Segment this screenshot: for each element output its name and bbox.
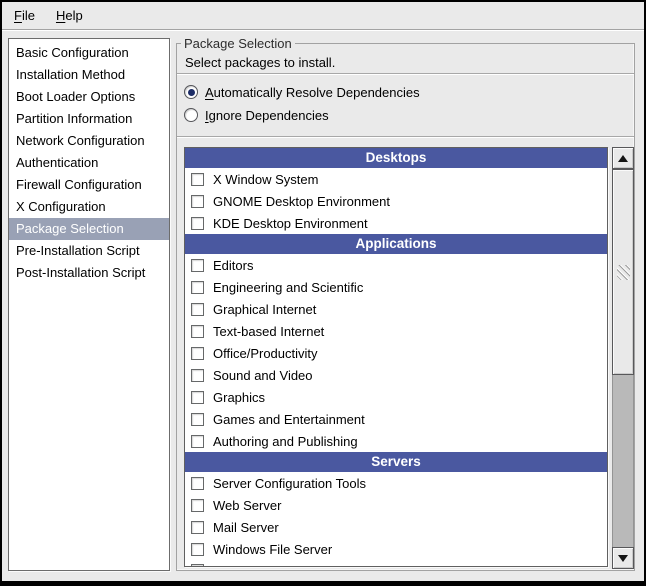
- sidebar-item-firewall-configuration[interactable]: Firewall Configuration: [9, 174, 169, 196]
- package-row-server-configuration-tools[interactable]: Server Configuration Tools: [185, 472, 607, 494]
- radio-dot: [188, 89, 195, 96]
- radio-button-icon[interactable]: [184, 108, 198, 122]
- package-row-games-and-entertainment[interactable]: Games and Entertainment: [185, 408, 607, 430]
- config-section-list: Basic ConfigurationInstallation MethodBo…: [8, 38, 170, 571]
- package-row-authoring-and-publishing[interactable]: Authoring and Publishing: [185, 430, 607, 452]
- package-row-windows-file-server[interactable]: Windows File Server: [185, 538, 607, 560]
- separator: [177, 136, 634, 138]
- kickstart-configurator-window: File Help Basic ConfigurationInstallation…: [0, 0, 646, 586]
- arrow-up-icon: [618, 155, 628, 162]
- sidebar-item-basic-configuration[interactable]: Basic Configuration: [9, 42, 169, 64]
- menu-bar: File Help: [2, 2, 644, 29]
- package-checkbox[interactable]: [191, 281, 204, 294]
- section-header-applications: Applications: [185, 234, 607, 254]
- scrollbar-track[interactable]: [612, 169, 634, 547]
- scroll-up-button[interactable]: [612, 147, 634, 169]
- package-checkbox[interactable]: [191, 413, 204, 426]
- section-header-servers: Servers: [185, 452, 607, 472]
- sidebar-item-x-configuration[interactable]: X Configuration: [9, 196, 169, 218]
- menu-item-file[interactable]: File: [11, 6, 38, 25]
- package-group-list[interactable]: Desktops X Window System GNOME Desktop Env…: [184, 147, 608, 567]
- frame-title: Package Selection: [181, 36, 295, 51]
- package-row-office-productivity[interactable]: Office/Productivity: [185, 342, 607, 364]
- package-row-kde-desktop-environment[interactable]: KDE Desktop Environment: [185, 212, 607, 234]
- package-label: KDE Desktop Environment: [213, 216, 368, 231]
- package-checkbox[interactable]: [191, 259, 204, 272]
- package-label: Graphics: [213, 390, 265, 405]
- package-row-sound-and-video[interactable]: Sound and Video: [185, 364, 607, 386]
- package-label: Text-based Internet: [213, 324, 324, 339]
- package-checkbox[interactable]: [191, 173, 204, 186]
- package-label: Editors: [213, 258, 253, 273]
- package-checkbox[interactable]: [191, 477, 204, 490]
- sidebar-item-pre-installation-script[interactable]: Pre-Installation Script: [9, 240, 169, 262]
- package-checkbox[interactable]: [191, 217, 204, 230]
- sidebar-item-authentication[interactable]: Authentication: [9, 152, 169, 174]
- package-label: Graphical Internet: [213, 302, 316, 317]
- scroll-down-button[interactable]: [612, 547, 634, 569]
- package-checkbox[interactable]: [191, 347, 204, 360]
- package-label: GNOME Desktop Environment: [213, 194, 390, 209]
- radio-label: Automatically Resolve Dependencies: [205, 85, 420, 100]
- package-row-x-window-system[interactable]: X Window System: [185, 168, 607, 190]
- package-checkbox[interactable]: [191, 391, 204, 404]
- arrow-down-icon: [618, 555, 628, 562]
- package-row-editors[interactable]: Editors: [185, 254, 607, 276]
- radio-label: Ignore Dependencies: [205, 108, 329, 123]
- package-label: Sound and Video: [213, 368, 313, 383]
- radio-button-icon[interactable]: [184, 85, 198, 99]
- section-header-desktops: Desktops: [185, 148, 607, 168]
- package-label: Web Server: [213, 498, 281, 513]
- sidebar-item-boot-loader-options[interactable]: Boot Loader Options: [9, 86, 169, 108]
- package-checkbox[interactable]: [191, 564, 204, 567]
- scrollbar-grip-icon: [617, 265, 630, 280]
- package-label: Server Configuration Tools: [213, 476, 366, 491]
- package-label: Games and Entertainment: [213, 412, 365, 427]
- package-row-gnome-desktop-environment[interactable]: GNOME Desktop Environment: [185, 190, 607, 212]
- package-row-graphical-internet[interactable]: Graphical Internet: [185, 298, 607, 320]
- package-row-engineering-and-scientific[interactable]: Engineering and Scientific: [185, 276, 607, 298]
- package-row-graphics[interactable]: Graphics: [185, 386, 607, 408]
- package-checkbox[interactable]: [191, 521, 204, 534]
- package-label: X Window System: [213, 172, 318, 187]
- package-row-web-server[interactable]: Web Server: [185, 494, 607, 516]
- package-checkbox[interactable]: [191, 369, 204, 382]
- sidebar-item-network-configuration[interactable]: Network Configuration: [9, 130, 169, 152]
- menu-separator: [2, 29, 644, 31]
- subtitle-text: Select packages to install.: [185, 55, 335, 70]
- radio-automatically-resolve-dependencies[interactable]: Automatically Resolve Dependencies: [184, 84, 420, 100]
- sidebar-item-post-installation-script[interactable]: Post-Installation Script: [9, 262, 169, 284]
- package-checkbox[interactable]: [191, 499, 204, 512]
- sidebar-item-partition-information[interactable]: Partition Information: [9, 108, 169, 130]
- package-label: Mail Server: [213, 520, 279, 535]
- package-label: Office/Productivity: [213, 346, 318, 361]
- radio-ignore-dependencies[interactable]: Ignore Dependencies: [184, 107, 329, 123]
- package-label: Authoring and Publishing: [213, 434, 358, 449]
- package-row-mail-server[interactable]: Mail Server: [185, 516, 607, 538]
- package-label: Windows File Server: [213, 542, 332, 557]
- package-label: Engineering and Scientific: [213, 280, 363, 295]
- package-checkbox[interactable]: [191, 303, 204, 316]
- package-row-text-based-internet[interactable]: Text-based Internet: [185, 320, 607, 342]
- menu-item-help[interactable]: Help: [53, 6, 86, 25]
- package-checkbox[interactable]: [191, 325, 204, 338]
- package-checkbox[interactable]: [191, 543, 204, 556]
- separator: [177, 73, 634, 75]
- scrollbar-thumb[interactable]: [612, 169, 634, 375]
- package-checkbox[interactable]: [191, 195, 204, 208]
- package-row-clipped[interactable]: [185, 560, 607, 567]
- package-checkbox[interactable]: [191, 435, 204, 448]
- sidebar-item-installation-method[interactable]: Installation Method: [9, 64, 169, 86]
- sidebar-item-package-selection[interactable]: Package Selection: [9, 218, 169, 240]
